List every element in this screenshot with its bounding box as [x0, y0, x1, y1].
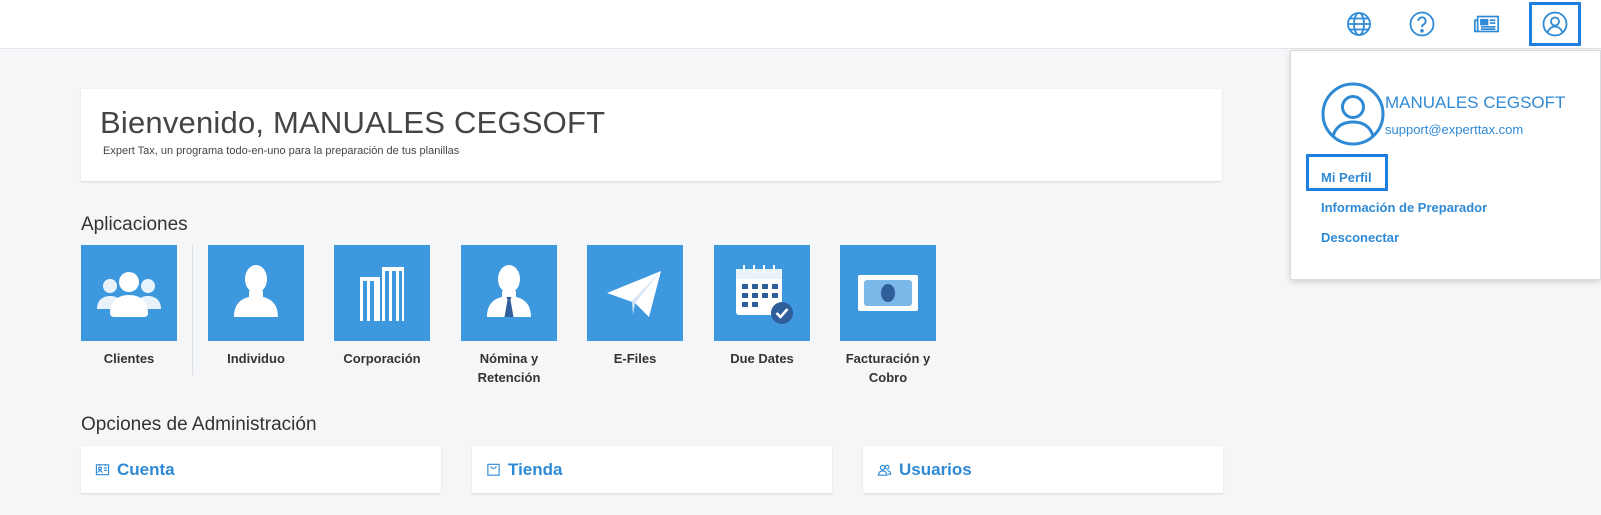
- admin-heading: Opciones de Administración: [81, 414, 317, 435]
- app-clientes[interactable]: Clientes: [81, 245, 177, 368]
- app-label: E-Files: [613, 351, 657, 366]
- app-label: Due Dates: [730, 351, 794, 366]
- menu-item-informacion-preparador[interactable]: Información de Preparador: [1321, 200, 1487, 215]
- apps-heading: Aplicaciones: [81, 214, 188, 235]
- user-icon: [1542, 11, 1568, 37]
- menu-item-mi-perfil[interactable]: Mi Perfil: [1321, 170, 1372, 185]
- admin-card-label: Usuarios: [899, 459, 972, 479]
- apps-divider: [192, 245, 193, 375]
- menu-item-desconectar[interactable]: Desconectar: [1321, 230, 1399, 245]
- app-facturacion[interactable]: Facturación y Cobro: [840, 245, 936, 387]
- app-label: Corporación: [343, 351, 421, 366]
- news-icon[interactable]: [1468, 6, 1506, 42]
- welcome-subtitle: Expert Tax, un programa todo-en-uno para…: [103, 145, 460, 157]
- admin-card-label: Cuenta: [117, 459, 175, 479]
- calendar-icon: [714, 245, 810, 341]
- app-label: Facturación y Cobro: [845, 351, 931, 385]
- admin-tienda[interactable]: Tienda: [472, 446, 832, 493]
- app-efiles[interactable]: E-Files: [587, 245, 683, 368]
- admin-card-label: Tienda: [508, 459, 563, 479]
- profile-avatar-icon: [1321, 82, 1385, 146]
- globe-icon[interactable]: [1340, 6, 1378, 42]
- store-icon: [486, 462, 502, 478]
- help-icon[interactable]: [1403, 6, 1441, 42]
- top-bar: [0, 0, 1601, 49]
- corporation-icon: [334, 245, 430, 341]
- users-icon: [877, 462, 893, 478]
- user-email: support@experttax.com: [1385, 122, 1524, 137]
- welcome-title: Bienvenido, MANUALES CEGSOFT: [100, 105, 606, 140]
- app-individuo[interactable]: Individuo: [208, 245, 304, 368]
- efiles-icon: [587, 245, 683, 341]
- billing-icon: [840, 245, 936, 341]
- account-card-icon: [95, 462, 111, 478]
- app-label: Clientes: [103, 351, 155, 366]
- welcome-card: Bienvenido, MANUALES CEGSOFT Expert Tax,…: [81, 89, 1222, 181]
- app-corporacion[interactable]: Corporación: [334, 245, 430, 368]
- admin-usuarios[interactable]: Usuarios: [863, 446, 1223, 493]
- app-nomina[interactable]: Nómina y Retención: [461, 245, 557, 387]
- user-dropdown: MANUALES CEGSOFT support@experttax.com M…: [1290, 50, 1601, 280]
- user-menu-button[interactable]: [1529, 2, 1581, 46]
- user-name: MANUALES CEGSOFT: [1385, 93, 1566, 112]
- individual-icon: [208, 245, 304, 341]
- payroll-icon: [461, 245, 557, 341]
- admin-cuenta[interactable]: Cuenta: [81, 446, 441, 493]
- clients-icon: [81, 245, 177, 341]
- app-label: Individuo: [227, 351, 285, 366]
- app-due-dates[interactable]: Due Dates: [714, 245, 810, 368]
- app-label: Nómina y Retención: [477, 351, 541, 385]
